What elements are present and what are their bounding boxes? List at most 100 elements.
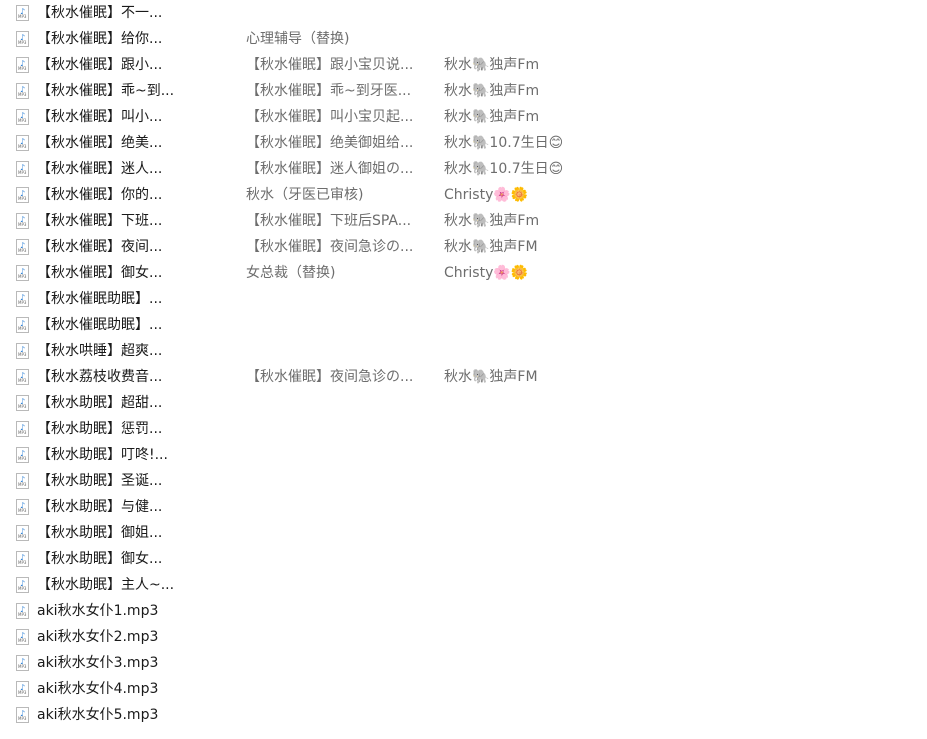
mp3-file-icon: ♪ MP3 [16, 265, 29, 281]
file-title: 【秋水催眠】绝美御姐给... [246, 135, 414, 151]
file-name: 【秋水助眠】惩罚... [37, 421, 163, 437]
file-name: 【秋水催眠】不一... [37, 5, 163, 21]
file-row[interactable]: ♪ MP3 【秋水助眠】惩罚... [0, 416, 927, 442]
mp3-file-icon: ♪ MP3 [16, 369, 29, 385]
file-name: 【秋水助眠】御姐... [37, 525, 163, 541]
file-name: 【秋水助眠】主人~... [37, 577, 175, 593]
file-row[interactable]: ♪ MP3 【秋水助眠】御女... [0, 546, 927, 572]
file-name: aki秋水女仆5.mp3 [37, 707, 159, 723]
file-artist: Christy🌸🌼 [444, 187, 529, 203]
mp3-file-icon: ♪ MP3 [16, 421, 29, 437]
mp3-file-icon: ♪ MP3 [16, 31, 29, 47]
mp3-file-icon: ♪ MP3 [16, 499, 29, 515]
file-name: 【秋水催眠】跟小... [37, 57, 163, 73]
file-row[interactable]: ♪ MP3 aki秋水女仆3.mp3 [0, 650, 927, 676]
file-name: 【秋水哄睡】超爽... [37, 343, 163, 359]
file-title: 【秋水催眠】夜间急诊の... [246, 239, 414, 255]
mp3-file-icon: ♪ MP3 [16, 655, 29, 671]
file-row[interactable]: ♪ MP3 aki秋水女仆1.mp3 [0, 598, 927, 624]
file-artist: 秋水🐘独声Fm [444, 57, 540, 73]
file-row[interactable]: ♪ MP3 【秋水助眠】与健... [0, 494, 927, 520]
mp3-file-icon: ♪ MP3 [16, 525, 29, 541]
mp3-file-icon: ♪ MP3 [16, 83, 29, 99]
file-name: 【秋水催眠】夜间... [37, 239, 163, 255]
file-title: 心理辅导（替换) [246, 31, 350, 47]
file-row[interactable]: ♪ MP3 【秋水催眠助眠】... [0, 286, 927, 312]
file-title: 【秋水催眠】跟小宝贝说... [246, 57, 414, 73]
file-name: 【秋水催眠】叫小... [37, 109, 163, 125]
file-artist: Christy🌸🌼 [444, 265, 529, 281]
mp3-file-icon: ♪ MP3 [16, 629, 29, 645]
file-name: 【秋水催眠】你的... [37, 187, 163, 203]
file-name: 【秋水催眠】迷人... [37, 161, 163, 177]
file-row[interactable]: ♪ MP3 【秋水助眠】御姐... [0, 520, 927, 546]
file-title: 【秋水催眠】乖~到牙医... [246, 83, 412, 99]
file-title: 【秋水催眠】叫小宝贝起... [246, 109, 414, 125]
file-name: 【秋水荔枝收费音... [37, 369, 163, 385]
file-row[interactable]: ♪ MP3 【秋水助眠】叮咚!... [0, 442, 927, 468]
mp3-file-icon: ♪ MP3 [16, 473, 29, 489]
mp3-file-icon: ♪ MP3 [16, 603, 29, 619]
file-row[interactable]: ♪ MP3 aki秋水女仆4.mp3 [0, 676, 927, 702]
file-row[interactable]: ♪ MP3 【秋水催眠】御女... 女总裁（替换) Christy🌸🌼 [0, 260, 927, 286]
file-row[interactable]: ♪ MP3 【秋水催眠】给你... 心理辅导（替换) [0, 26, 927, 52]
file-name: 【秋水助眠】叮咚!... [37, 447, 168, 463]
file-name: 【秋水催眠】御女... [37, 265, 163, 281]
mp3-file-icon: ♪ MP3 [16, 213, 29, 229]
file-name: aki秋水女仆1.mp3 [37, 603, 159, 619]
file-name: 【秋水催眠】绝美... [37, 135, 163, 151]
mp3-file-icon: ♪ MP3 [16, 161, 29, 177]
file-name: aki秋水女仆4.mp3 [37, 681, 159, 697]
file-name: 【秋水助眠】超甜... [37, 395, 163, 411]
file-name: 【秋水助眠】与健... [37, 499, 163, 515]
file-name: aki秋水女仆3.mp3 [37, 655, 159, 671]
file-artist: 秋水🐘独声Fm [444, 109, 540, 125]
file-artist: 秋水🐘独声FM [444, 239, 538, 255]
file-row[interactable]: ♪ MP3 【秋水催眠】不一... [0, 0, 927, 26]
mp3-file-icon: ♪ MP3 [16, 187, 29, 203]
file-row[interactable]: ♪ MP3 aki秋水女仆2.mp3 [0, 624, 927, 650]
file-artist: 秋水🐘独声FM [444, 369, 538, 385]
mp3-file-icon: ♪ MP3 [16, 317, 29, 333]
mp3-file-icon: ♪ MP3 [16, 681, 29, 697]
file-artist: 秋水🐘独声Fm [444, 213, 540, 229]
file-row[interactable]: ♪ MP3 【秋水荔枝收费音... 【秋水催眠】夜间急诊の... 秋水🐘独声FM [0, 364, 927, 390]
file-row[interactable]: ♪ MP3 【秋水催眠】你的... 秋水（牙医已审核) Christy🌸🌼 [0, 182, 927, 208]
file-row[interactable]: ♪ MP3 【秋水助眠】超甜... [0, 390, 927, 416]
file-name: 【秋水催眠】给你... [37, 31, 163, 47]
file-name: 【秋水助眠】御女... [37, 551, 163, 567]
file-title: 【秋水催眠】迷人御姐の... [246, 161, 414, 177]
mp3-file-icon: ♪ MP3 [16, 109, 29, 125]
mp3-file-icon: ♪ MP3 [16, 57, 29, 73]
file-row[interactable]: ♪ MP3 【秋水催眠】乖~到... 【秋水催眠】乖~到牙医... 秋水🐘独声Fm [0, 78, 927, 104]
file-artist: 秋水🐘10.7生日😊 [444, 135, 564, 151]
file-row[interactable]: ♪ MP3 【秋水催眠】夜间... 【秋水催眠】夜间急诊の... 秋水🐘独声FM [0, 234, 927, 260]
file-name: aki秋水女仆2.mp3 [37, 629, 159, 645]
file-row[interactable]: ♪ MP3 【秋水催眠】叫小... 【秋水催眠】叫小宝贝起... 秋水🐘独声Fm [0, 104, 927, 130]
file-name: 【秋水催眠助眠】... [37, 291, 163, 307]
file-artist: 秋水🐘独声Fm [444, 83, 540, 99]
file-row[interactable]: ♪ MP3 aki秋水女仆5.mp3 [0, 702, 927, 728]
file-name: 【秋水催眠】下班... [37, 213, 163, 229]
file-title: 女总裁（替换) [246, 265, 336, 281]
file-row[interactable]: ♪ MP3 【秋水催眠】绝美... 【秋水催眠】绝美御姐给... 秋水🐘10.7生日😊 [0, 130, 927, 156]
mp3-file-icon: ♪ MP3 [16, 551, 29, 567]
file-name: 【秋水催眠】乖~到... [37, 83, 175, 99]
mp3-file-icon: ♪ MP3 [16, 707, 29, 723]
mp3-file-icon: ♪ MP3 [16, 577, 29, 593]
file-row[interactable]: ♪ MP3 【秋水催眠助眠】... [0, 312, 927, 338]
mp3-file-icon: ♪ MP3 [16, 343, 29, 359]
mp3-file-icon: ♪ MP3 [16, 291, 29, 307]
mp3-file-icon: ♪ MP3 [16, 395, 29, 411]
file-row[interactable]: ♪ MP3 【秋水催眠】迷人... 【秋水催眠】迷人御姐の... 秋水🐘10.7生日😊 [0, 156, 927, 182]
file-title: 【秋水催眠】下班后SPA... [246, 213, 412, 229]
file-row[interactable]: ♪ MP3 【秋水哄睡】超爽... [0, 338, 927, 364]
file-artist: 秋水🐘10.7生日😊 [444, 161, 564, 177]
file-name: 【秋水催眠助眠】... [37, 317, 163, 333]
file-row[interactable]: ♪ MP3 【秋水催眠】跟小... 【秋水催眠】跟小宝贝说... 秋水🐘独声Fm [0, 52, 927, 78]
mp3-file-icon: ♪ MP3 [16, 5, 29, 21]
file-row[interactable]: ♪ MP3 【秋水助眠】圣诞... [0, 468, 927, 494]
file-row[interactable]: ♪ MP3 【秋水助眠】主人~... [0, 572, 927, 598]
file-row[interactable]: ♪ MP3 【秋水催眠】下班... 【秋水催眠】下班后SPA... 秋水🐘独声Fm [0, 208, 927, 234]
file-name: 【秋水助眠】圣诞... [37, 473, 163, 489]
